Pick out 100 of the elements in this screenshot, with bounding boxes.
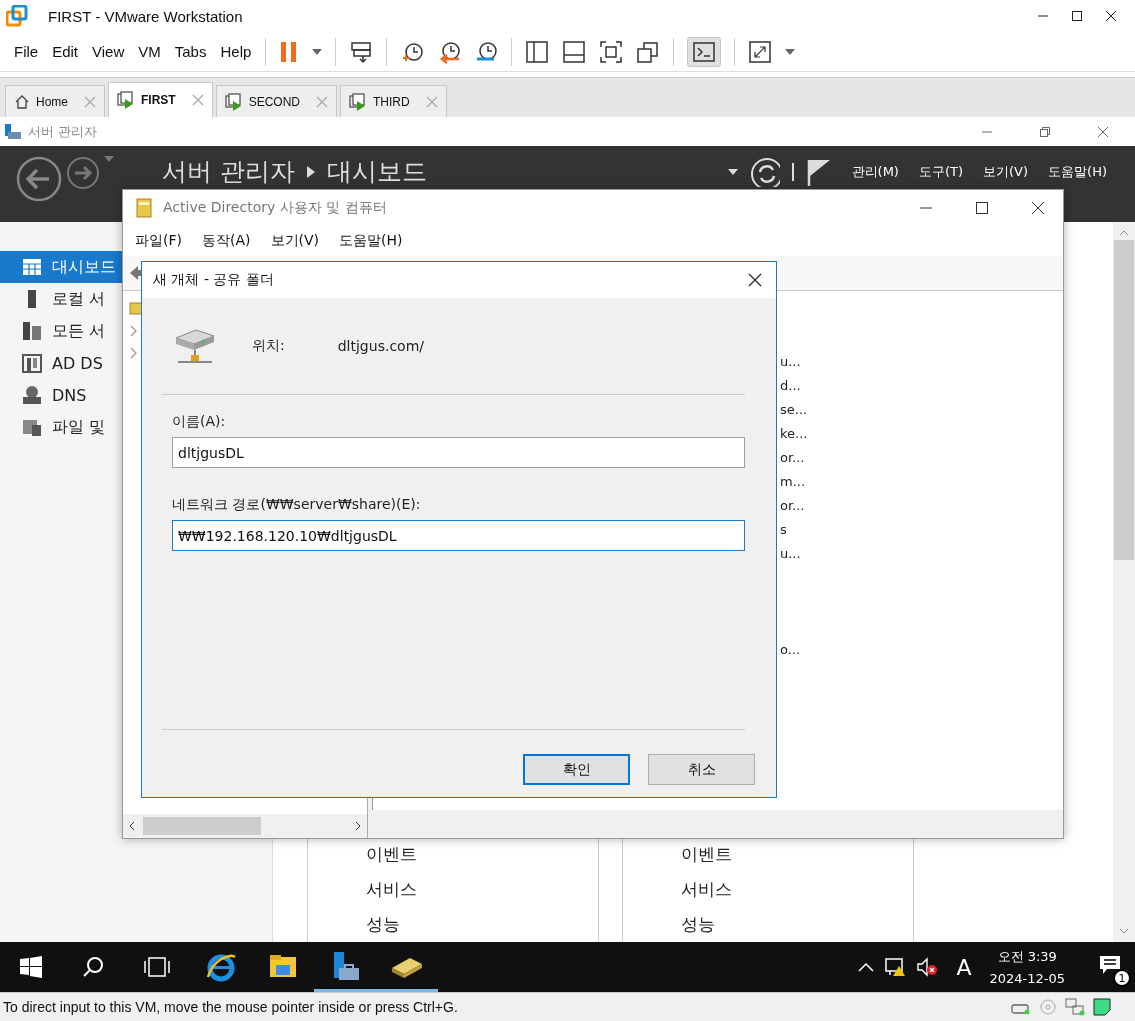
snapshot-manager-icon[interactable] [474, 39, 499, 64]
maximize-icon[interactable] [1071, 10, 1083, 22]
servers-icon [22, 321, 42, 341]
list-item-text[interactable]: u... [780, 545, 801, 561]
home-icon [14, 93, 30, 110]
search-icon[interactable] [82, 956, 104, 978]
vm-play-icon [224, 92, 243, 111]
list-item-text[interactable]: or... [780, 497, 805, 513]
flag-icon[interactable] [805, 158, 832, 186]
start-icon[interactable] [20, 956, 42, 978]
tile-link[interactable]: 서비스 [681, 872, 732, 907]
list-item-text[interactable]: ke... [780, 425, 808, 441]
tab[interactable]: SECOND [215, 85, 338, 117]
server-manager-icon [4, 122, 22, 141]
console-view-button[interactable] [687, 36, 722, 67]
menu-item[interactable]: 도움말(H) [1048, 163, 1107, 181]
breadcrumb-item: 서버 관리자 [162, 157, 295, 187]
menu-item[interactable]: Tabs [174, 43, 207, 60]
sidebar-item[interactable]: AD DS [0, 347, 122, 379]
menu-item[interactable]: 보기(V) [983, 163, 1029, 181]
network-warning-icon[interactable] [884, 957, 907, 977]
location-value: dltjgus.com/ [337, 338, 424, 354]
tile-link[interactable]: 이벤트 [366, 837, 417, 872]
tile-link[interactable]: 성능 [366, 907, 400, 942]
sidebar-layout-icon[interactable] [525, 39, 550, 64]
bottom-panel-icon[interactable] [562, 39, 587, 64]
network-adapter-icon[interactable] [1065, 998, 1085, 1016]
restore-icon[interactable] [1039, 125, 1051, 138]
refresh-icon[interactable] [749, 157, 780, 187]
send-keys-icon[interactable] [349, 39, 374, 64]
globe-server-icon [22, 385, 42, 405]
unity-icon[interactable] [636, 39, 661, 64]
menu-item[interactable]: View [92, 43, 125, 60]
menu-item[interactable]: 도움말(H) [339, 232, 403, 250]
chevron-up-icon[interactable] [858, 962, 875, 972]
fullscreen-icon[interactable] [599, 39, 624, 64]
caret-icon[interactable] [312, 48, 323, 55]
notification-count: 1 [1113, 969, 1131, 987]
menu-item[interactable]: 도구(T) [918, 163, 964, 181]
list-item-text[interactable]: or... [780, 449, 805, 465]
chevron-right-icon[interactable] [130, 347, 138, 359]
scroll-up-icon[interactable] [1119, 230, 1129, 236]
field-label: 네트워크 경로(₩₩server₩share)(E): [172, 496, 422, 514]
list-item-text[interactable]: o... [780, 641, 801, 657]
tile-link[interactable]: 성능 [681, 907, 715, 942]
tab[interactable]: THIRD [340, 85, 447, 117]
close-icon[interactable] [1105, 10, 1117, 22]
scroll-left-icon[interactable] [129, 821, 135, 831]
task-view-icon[interactable] [144, 956, 170, 978]
chevron-right-icon[interactable] [130, 325, 138, 337]
dialog-button[interactable]: 취소 [648, 754, 755, 785]
status-text: To direct input to this VM, move the mouse pointer inside or press Ctrl+G. [3, 999, 458, 1015]
file-storage-icon [22, 417, 42, 437]
maximize-icon[interactable] [975, 201, 989, 215]
clock-time[interactable]: 오전 3:39 [997, 948, 1057, 966]
list-item-text[interactable]: d... [780, 377, 801, 393]
tile-link[interactable]: 서비스 [366, 872, 417, 907]
caret-icon[interactable] [785, 48, 796, 55]
volume-muted-icon[interactable] [916, 957, 939, 977]
list-item-text[interactable]: se... [780, 401, 808, 417]
action-center-icon[interactable] [1099, 955, 1121, 975]
close-icon[interactable] [748, 273, 762, 287]
clock-date[interactable]: 2024-12-05 [989, 971, 1065, 986]
close-icon[interactable] [1031, 201, 1045, 215]
caret-icon[interactable] [727, 169, 738, 175]
window-title: 서버 관리자 [28, 122, 98, 141]
input-mode-indicator[interactable]: A [956, 954, 972, 980]
message-icon[interactable] [1093, 998, 1111, 1016]
scroll-down-icon[interactable] [1119, 928, 1129, 934]
sidebar-item[interactable]: DNS [0, 379, 122, 411]
name-field[interactable]: dltjgusDL [172, 437, 745, 468]
tile-link[interactable]: 이벤트 [681, 837, 732, 872]
window-title: FIRST - VMware Workstation [48, 7, 243, 25]
network-path-field[interactable]: ₩₩192.168.120.10₩dltjgusDL [172, 520, 745, 551]
dialog-title: 새 개체 - 공유 폴더 [153, 271, 274, 289]
location-label: 위치: [252, 337, 285, 355]
scroll-right-icon[interactable] [355, 821, 361, 831]
menu-item[interactable]: VM [138, 43, 161, 60]
dialog-button[interactable]: 확인 [523, 754, 630, 785]
back-icon[interactable] [16, 156, 62, 202]
menu-item[interactable]: 파일(F) [135, 232, 182, 250]
list-item-text[interactable]: s [780, 521, 787, 537]
sidebar-item[interactable]: 모든 서 [0, 315, 122, 347]
sidebar-item[interactable]: 대시보드 [0, 251, 122, 283]
forward-icon[interactable] [66, 156, 100, 190]
menu-item[interactable]: Edit [52, 43, 79, 60]
menu-item[interactable]: 관리(M) [851, 163, 899, 181]
list-item-text[interactable]: u... [780, 353, 801, 369]
menu-item[interactable]: 동작(A) [202, 232, 251, 250]
menu-item[interactable]: File [14, 43, 39, 60]
menu-item[interactable]: Help [220, 43, 252, 60]
stretch-icon[interactable] [748, 39, 773, 64]
tab[interactable]: Home [5, 85, 105, 117]
breadcrumb-arrow-icon [306, 166, 315, 178]
menu-item[interactable]: 보기(V) [270, 232, 319, 250]
tab[interactable]: FIRST [108, 82, 213, 117]
console-icon [693, 41, 716, 62]
sidebar-item[interactable]: 로컬 서 [0, 283, 122, 315]
sidebar-item[interactable]: 파일 및 [0, 411, 122, 443]
list-item-text[interactable]: m... [780, 473, 806, 489]
